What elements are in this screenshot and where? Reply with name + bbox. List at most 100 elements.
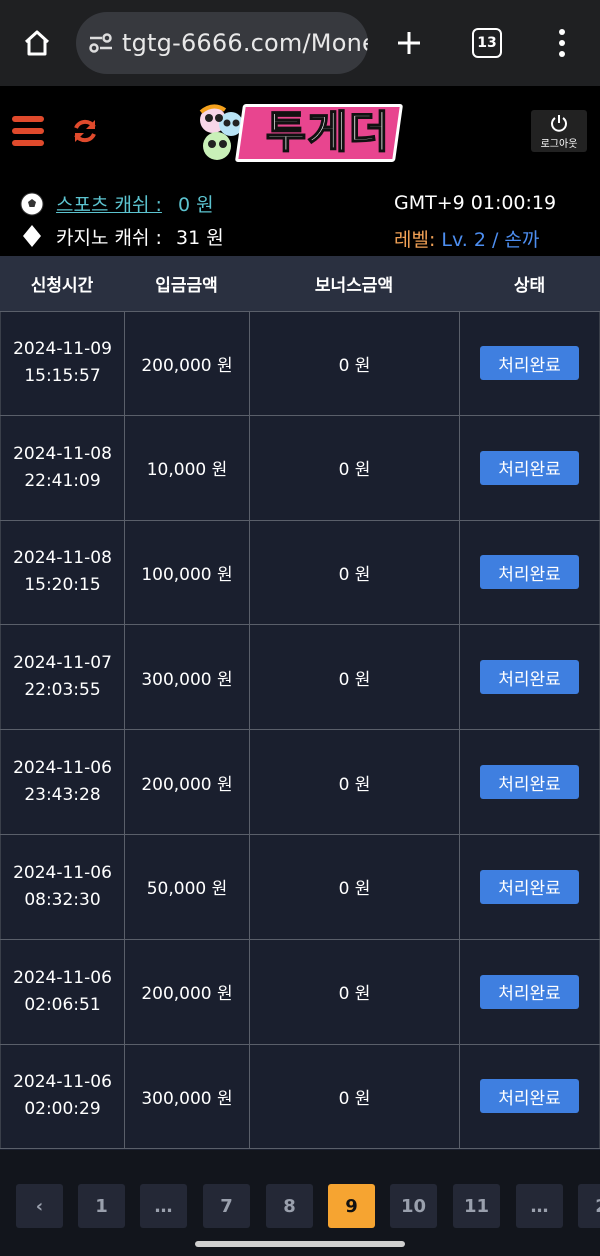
page-button[interactable]: 9 [328, 1184, 375, 1228]
page-button[interactable]: 7 [203, 1184, 250, 1228]
prev-page-button[interactable]: ‹ [16, 1184, 63, 1228]
column-header-request-time: 신청시간 [30, 276, 94, 296]
page-button[interactable]: 2 [578, 1184, 600, 1228]
status-button[interactable]: 처리완료 [480, 869, 579, 904]
page-button[interactable]: 11 [453, 1184, 500, 1228]
page-button[interactable]: 10 [390, 1184, 437, 1228]
table-row: 2024-11-06 23:43:28 200,000 원0 원 처리완료 [0, 730, 600, 835]
new-tab-icon[interactable] [390, 24, 428, 62]
status-button[interactable]: 처리완료 [480, 765, 579, 800]
deposit-amount-cell: 300,000 원 [124, 625, 249, 730]
request-time: 22:41:09 [24, 470, 101, 491]
request-time-cell: 2024-11-06 02:06:51 [0, 939, 124, 1044]
logo-text: 투게더 [265, 106, 391, 159]
request-date: 2024-11-06 [13, 758, 112, 779]
status-cell: 처리완료 [459, 939, 600, 1044]
deposit-amount-cell: 200,000 원 [124, 939, 249, 1044]
request-time: 15:20:15 [24, 575, 101, 596]
request-time: 08:32:30 [24, 889, 101, 910]
level-row: 레벨: Lv. 2 / 손까 [394, 225, 539, 252]
deposit-amount-cell: 300,000 원 [124, 1044, 249, 1149]
bonus-amount-cell: 0 원 [249, 625, 459, 730]
casino-cash-value: 31 원 [175, 227, 224, 249]
status-cell: 처리완료 [459, 834, 600, 939]
request-date: 2024-11-07 [13, 653, 112, 674]
clock: GMT+9 01:00:19 [394, 192, 556, 214]
request-time-cell: 2024-11-06 02:00:29 [0, 1044, 124, 1149]
status-cell: 처리완료 [459, 730, 600, 834]
tab-switcher-button[interactable]: 13 [472, 28, 502, 58]
site-settings-icon[interactable] [88, 29, 114, 57]
status-button[interactable]: 처리완료 [480, 450, 579, 485]
page-button[interactable]: 8 [266, 1184, 313, 1228]
request-date: 2024-11-09 [13, 339, 112, 360]
request-time-cell: 2024-11-06 08:32:30 [0, 834, 124, 939]
status-button[interactable]: 처리완료 [480, 1079, 579, 1114]
site-logo[interactable]: 투게더 [193, 98, 405, 168]
bonus-amount-cell: 0 원 [249, 834, 459, 939]
more-menu-icon[interactable] [548, 24, 576, 62]
bonus-amount-cell: 0 원 [249, 312, 459, 415]
status-cell: 처리완료 [459, 625, 600, 730]
table-body: 2024-11-09 15:15:57 200,000 원0 원 처리완료 2024-1… [0, 311, 600, 1150]
status-button[interactable]: 처리완료 [480, 346, 579, 381]
logout-label: 로그아웃 [540, 138, 578, 150]
status-button[interactable]: 처리완료 [480, 974, 579, 1009]
status-cell: 처리완료 [459, 312, 600, 415]
request-date: 2024-11-06 [13, 862, 112, 883]
deposit-amount-cell: 10,000 원 [124, 415, 249, 520]
diamond-icon [23, 225, 41, 247]
power-icon [551, 114, 567, 132]
status-button[interactable]: 처리완료 [480, 555, 579, 590]
request-time: 23:43:28 [24, 785, 101, 806]
bonus-amount-cell: 0 원 [249, 939, 459, 1044]
request-time: 02:00:29 [24, 1099, 101, 1120]
request-time-cell: 2024-11-06 23:43:28 [0, 730, 124, 834]
sports-cash-value: 0 원 [177, 194, 214, 216]
status-cell: 처리완료 [459, 520, 600, 625]
deposit-amount-cell: 200,000 원 [124, 730, 249, 834]
tab-count: 13 [477, 35, 497, 51]
table-row: 2024-11-08 15:20:15 100,000 원0 원 처리완료 [0, 520, 600, 626]
request-date: 2024-11-06 [13, 1072, 112, 1093]
refresh-icon[interactable] [70, 116, 100, 146]
url-text: tgtg-6666.com/Money [122, 29, 368, 57]
browser-toolbar: tgtg-6666.com/Money 13 [0, 0, 600, 86]
sports-cash-label[interactable]: 스포츠 캐쉬 : [56, 194, 162, 216]
table-row: 2024-11-07 22:03:55 300,000 원0 원 처리완료 [0, 625, 600, 731]
request-time: 02:06:51 [24, 994, 101, 1015]
status-cell: 처리완료 [459, 415, 600, 520]
table-row: 2024-11-06 02:06:51 200,000 원0 원 처리완료 [0, 939, 600, 1045]
table-row: 2024-11-06 08:32:30 50,000 원0 원 처리완료 [0, 834, 600, 940]
page-button[interactable]: 1 [78, 1184, 125, 1228]
level-value: Lv. 2 / 손까 [441, 229, 540, 251]
site-header: 투게더 로그아웃 스포츠 캐쉬 : 0 원 카지노 캐쉬 : 31 원 GMT+… [0, 86, 600, 256]
table-header: 신청시간 입금금액 보너스금액 상태 [0, 256, 600, 311]
address-bar[interactable]: tgtg-6666.com/Money [76, 12, 368, 74]
gesture-nav-handle[interactable] [195, 1241, 405, 1247]
casino-cash-row: 카지노 캐쉬 : 31 원 [22, 223, 224, 250]
request-time-cell: 2024-11-08 22:41:09 [0, 415, 124, 520]
request-time: 15:15:57 [24, 366, 101, 387]
request-date: 2024-11-06 [13, 967, 112, 988]
request-time-cell: 2024-11-08 15:20:15 [0, 520, 124, 625]
bonus-amount-cell: 0 원 [249, 1044, 459, 1149]
request-date: 2024-11-08 [13, 548, 112, 569]
sports-cash-row: 스포츠 캐쉬 : 0 원 [20, 190, 214, 217]
table-row: 2024-11-06 02:00:29 300,000 원0 원 처리완료 [0, 1044, 600, 1150]
deposit-history-table: 신청시간 입금금액 보너스금액 상태 2024-11-09 15:15:57 200… [0, 256, 600, 1150]
status-button[interactable]: 처리완료 [480, 660, 579, 695]
clock-text: GMT+9 01:00:19 [394, 192, 557, 214]
level-label: 레벨: [394, 229, 436, 251]
bonus-amount-cell: 0 원 [249, 730, 459, 834]
request-date: 2024-11-08 [13, 443, 112, 464]
hamburger-menu-icon[interactable] [12, 116, 44, 146]
table-row: 2024-11-08 22:41:09 10,000 원0 원 처리완료 [0, 415, 600, 521]
deposit-amount-cell: 100,000 원 [124, 520, 249, 625]
request-time-cell: 2024-11-09 15:15:57 [0, 312, 124, 415]
bonus-amount-cell: 0 원 [249, 520, 459, 625]
logout-button[interactable]: 로그아웃 [531, 110, 587, 152]
page-ellipsis-button[interactable]: … [140, 1184, 187, 1228]
page-ellipsis-button[interactable]: … [516, 1184, 563, 1228]
home-icon[interactable] [18, 24, 56, 62]
